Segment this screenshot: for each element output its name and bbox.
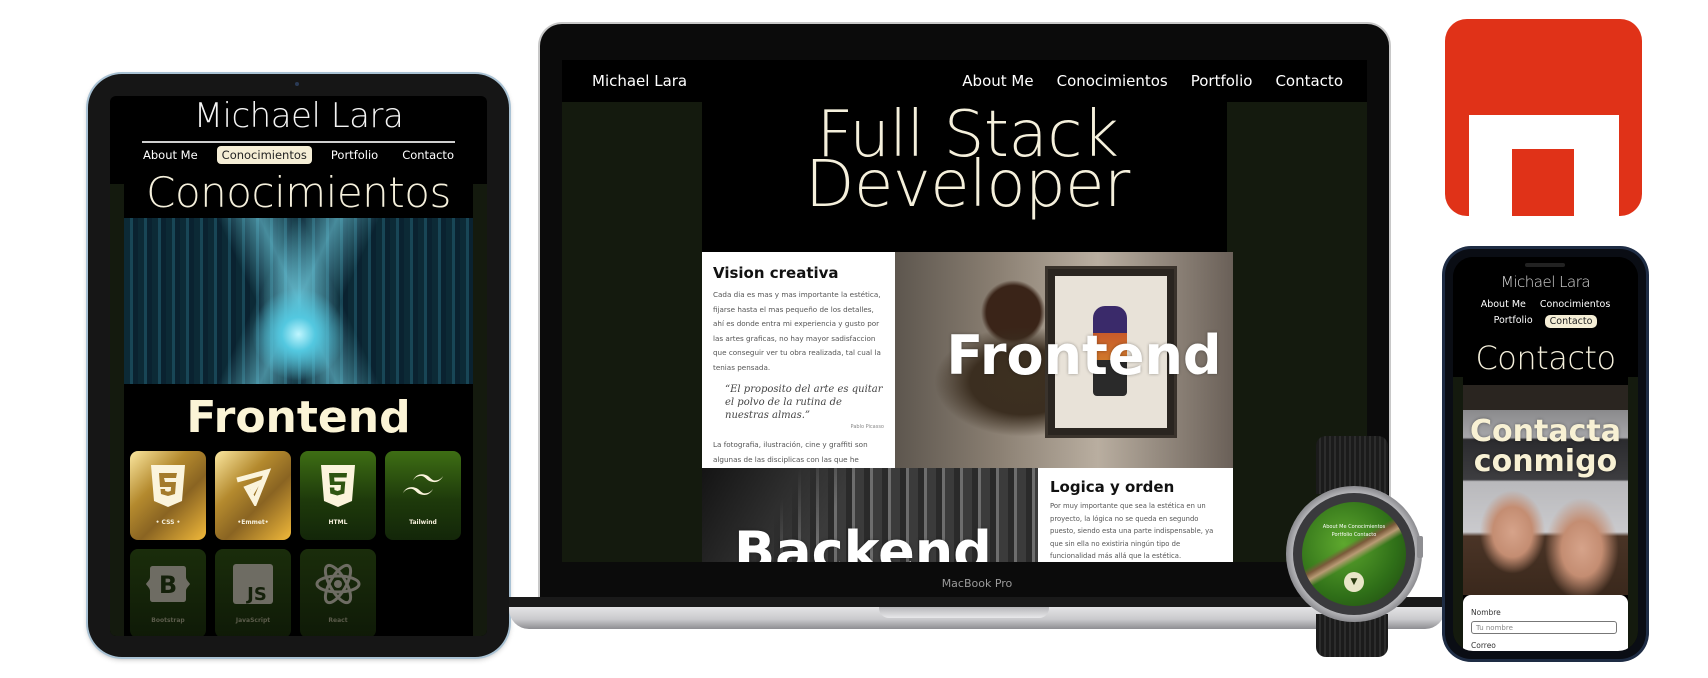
watch-screen: About Me Conocimientos Portfolio Contact… — [1302, 502, 1406, 606]
skill-label: Tailwind — [409, 519, 437, 526]
tablet-nav-contacto[interactable]: Contacto — [397, 146, 459, 164]
emmet-icon — [230, 461, 276, 511]
tablet-hero-image — [124, 218, 473, 384]
tablet-nav-conocimientos[interactable]: Conocimientos — [216, 146, 312, 164]
tablet-section-heading: Conocimientos — [146, 168, 451, 217]
skills-grid: • CSS • •Emmet• HTML Tailwind B Bootstra… — [130, 451, 461, 636]
phone-nav-conocimientos[interactable]: Conocimientos — [1540, 299, 1610, 310]
skill-tile-emmet[interactable]: •Emmet• — [215, 451, 291, 540]
logic-title: Logica y orden — [1050, 478, 1175, 496]
backend-image: Backend — [702, 468, 1038, 562]
phone-nav-row1: About Me Conocimientos — [1453, 299, 1638, 310]
vision-title: Vision creativa — [713, 264, 839, 282]
phone-hero-line2: conmigo — [1473, 444, 1618, 479]
hero-title-line2: Developer — [805, 148, 1130, 222]
svg-text:JS: JS — [245, 584, 267, 604]
skill-label: Bootstrap — [151, 617, 185, 624]
phone-nav-row2: Portfolio Contacto — [1453, 315, 1638, 328]
skill-label: JavaScript — [235, 617, 271, 624]
phone-site-title: Michael Lara — [1500, 273, 1591, 291]
hero-title: Full Stack Developer — [702, 103, 1233, 222]
react-icon — [315, 559, 361, 609]
email-label: Correo — [1471, 641, 1496, 650]
skill-label: HTML — [328, 519, 348, 526]
phone-nav-contacto[interactable]: Contacto — [1544, 315, 1598, 328]
tablet-device: Michael Lara About Me Conocimientos Port… — [88, 74, 509, 657]
scroll-down-icon[interactable]: ▼ — [1344, 572, 1364, 592]
tablet-subheading: Frontend — [186, 392, 411, 443]
tablet-camera — [295, 82, 299, 86]
logic-card: Logica y orden Por muy importante que se… — [1038, 468, 1233, 562]
svg-text:B: B — [159, 571, 177, 599]
skill-tile-html[interactable]: HTML — [300, 451, 376, 540]
phone-section-heading: Contacto — [1475, 339, 1616, 377]
laptop-nav: About Me Conocimientos Portfolio Contact… — [962, 72, 1343, 90]
tablet-nav: About Me Conocimientos Portfolio Contact… — [110, 146, 487, 164]
watch-nav-row2[interactable]: Portfolio Contacto — [1302, 532, 1406, 538]
bootstrap-icon: B — [145, 559, 191, 609]
laptop-notch — [879, 607, 1049, 618]
laptop-nav-conocimientos[interactable]: Conocimientos — [1057, 72, 1168, 90]
phone-device: Michael Lara About Me Conocimientos Port… — [1445, 249, 1646, 659]
javascript-icon: JS — [230, 559, 276, 609]
logo-red-block — [1512, 149, 1574, 216]
skill-label: •Emmet• — [237, 519, 269, 526]
skill-label: • CSS • — [155, 519, 181, 526]
skill-tile-bootstrap[interactable]: B Bootstrap — [130, 549, 206, 636]
skill-tile-javascript[interactable]: JS JavaScript — [215, 549, 291, 636]
skill-tile-css[interactable]: • CSS • — [130, 451, 206, 540]
frontend-image: Frontend — [895, 252, 1233, 468]
name-label: Nombre — [1471, 608, 1501, 617]
contact-form: Nombre Tu nombre Correo — [1463, 595, 1628, 651]
skill-tile-tailwind[interactable]: Tailwind — [385, 451, 461, 540]
laptop-screen: Michael Lara About Me Conocimientos Port… — [562, 60, 1367, 562]
watch-nav-row1[interactable]: About Me Conocimientos — [1302, 524, 1406, 530]
skill-label: React — [328, 617, 348, 624]
vision-quote: “El proposito del arte es quitar el polv… — [725, 384, 883, 421]
brand-logo-icon — [1445, 19, 1642, 216]
phone-nav-about[interactable]: About Me — [1481, 299, 1526, 310]
phone-hero-line1: Contacta — [1470, 414, 1621, 449]
name-input[interactable]: Tu nombre — [1471, 621, 1617, 634]
backend-label: Backend — [734, 520, 992, 562]
vision-paragraph-1: Cada dia es mas y mas importante la esté… — [713, 290, 881, 372]
watch-device: About Me Conocimientos Portfolio Contact… — [1283, 436, 1424, 657]
laptop-nav-contacto[interactable]: Contacto — [1275, 72, 1343, 90]
html5-icon — [315, 461, 361, 511]
tablet-nav-about[interactable]: About Me — [138, 146, 203, 164]
laptop-site-name[interactable]: Michael Lara — [592, 72, 687, 90]
vision-card: Vision creativa Cada dia es mas y mas im… — [702, 252, 895, 493]
laptop-side-panel-left — [562, 102, 702, 562]
tablet-nav-portfolio[interactable]: Portfolio — [326, 146, 383, 164]
logic-paragraph-1: Por muy importante que sea la estética e… — [1050, 502, 1214, 560]
tablet-screen: Michael Lara About Me Conocimientos Port… — [110, 96, 487, 636]
laptop-nav-about[interactable]: About Me — [962, 72, 1033, 90]
watch-crown[interactable] — [1417, 536, 1423, 558]
phone-screen: Michael Lara About Me Conocimientos Port… — [1453, 257, 1638, 651]
phone-hero-title: Contacta conmigo — [1453, 417, 1638, 477]
laptop-nav-portfolio[interactable]: Portfolio — [1191, 72, 1253, 90]
tailwind-icon — [400, 461, 446, 511]
frontend-label: Frontend — [946, 324, 1222, 387]
skill-tile-react[interactable]: React — [300, 549, 376, 636]
laptop-device: Michael Lara About Me Conocimientos Port… — [540, 24, 1389, 597]
tablet-title-divider — [142, 141, 455, 143]
css3-icon — [145, 461, 191, 511]
tablet-site-title: Michael Lara — [193, 96, 404, 136]
vision-quote-author: Pablo Picasso — [850, 424, 884, 430]
phone-nav-portfolio[interactable]: Portfolio — [1494, 315, 1533, 328]
phone-speaker — [1525, 263, 1565, 267]
